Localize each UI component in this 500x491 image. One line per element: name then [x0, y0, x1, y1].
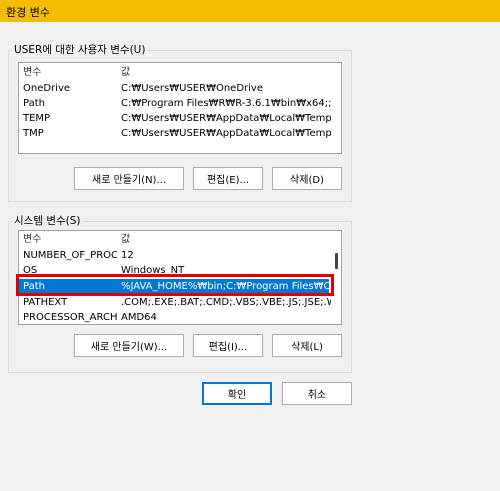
- variable-value: .COM;.EXE;.BAT;.CMD;.VBS;.VBE;.JS;.JSE;.…: [121, 297, 331, 308]
- system-new-button[interactable]: 새로 만들기(W)...: [74, 334, 184, 357]
- system-list-scrollbar[interactable]: [333, 231, 341, 324]
- user-variables-list[interactable]: 변수 값 OneDrive C:₩Users₩USER₩OneDrive Pat…: [18, 62, 342, 154]
- system-variables-label: 시스템 변수(S): [12, 213, 83, 228]
- header-variable: 변수: [23, 234, 42, 245]
- table-row[interactable]: PROCESSOR_ARCH... AMD64: [19, 310, 329, 324]
- user-list-scrollbar[interactable]: [333, 63, 341, 153]
- title-bar: 환경 변수: [0, 0, 500, 22]
- user-new-button[interactable]: 새로 만들기(N)...: [74, 167, 184, 190]
- ok-button[interactable]: 확인: [202, 382, 272, 405]
- variable-name: TEMP: [23, 113, 51, 124]
- variable-value: C:₩Users₩USER₩AppData₩Local₩Temp: [121, 113, 331, 124]
- variable-value: AMD64: [121, 312, 157, 323]
- system-edit-button[interactable]: 편집(I)...: [193, 334, 263, 357]
- list-header: 변수 값: [19, 232, 329, 247]
- header-value: 값: [121, 67, 131, 78]
- window-title: 환경 변수: [6, 6, 50, 19]
- header-value: 값: [121, 234, 131, 245]
- variable-name: PROCESSOR_ARCH...: [23, 312, 117, 323]
- variable-value: C:₩Program Files₩R₩R-3.6.1₩bin₩x64;;C:₩P…: [121, 98, 331, 109]
- system-delete-button[interactable]: 삭제(L): [272, 334, 342, 357]
- user-delete-button[interactable]: 삭제(D): [272, 167, 342, 190]
- variable-name: PATHEXT: [23, 297, 68, 308]
- highlight-box: [16, 274, 334, 296]
- list-header: 변수 값: [19, 65, 329, 80]
- user-variables-label: USER에 대한 사용자 변수(U): [12, 42, 148, 57]
- cancel-button[interactable]: 취소: [282, 382, 352, 405]
- scroll-thumb[interactable]: [335, 253, 338, 269]
- variable-name: TMP: [23, 128, 44, 139]
- variable-name: OneDrive: [23, 83, 71, 94]
- table-row[interactable]: PATHEXT .COM;.EXE;.BAT;.CMD;.VBS;.VBE;.J…: [19, 295, 331, 310]
- variable-value: 12: [121, 250, 134, 261]
- variable-value: C:₩Users₩USER₩AppData₩Local₩Temp: [121, 128, 331, 139]
- variable-value: C:₩Users₩USER₩OneDrive: [121, 83, 263, 94]
- user-edit-button[interactable]: 편집(E)...: [193, 167, 263, 190]
- table-row[interactable]: TEMP C:₩Users₩USER₩AppData₩Local₩Temp: [19, 111, 331, 126]
- variable-name: NUMBER_OF_PROC...: [23, 250, 117, 261]
- header-variable: 변수: [23, 67, 42, 78]
- table-row[interactable]: Path C:₩Program Files₩R₩R-3.6.1₩bin₩x64;…: [19, 96, 331, 111]
- variable-name: Path: [23, 98, 45, 109]
- table-row[interactable]: NUMBER_OF_PROC... 12: [19, 248, 329, 263]
- table-row[interactable]: OneDrive C:₩Users₩USER₩OneDrive: [19, 81, 329, 96]
- table-row[interactable]: TMP C:₩Users₩USER₩AppData₩Local₩Temp: [19, 126, 331, 141]
